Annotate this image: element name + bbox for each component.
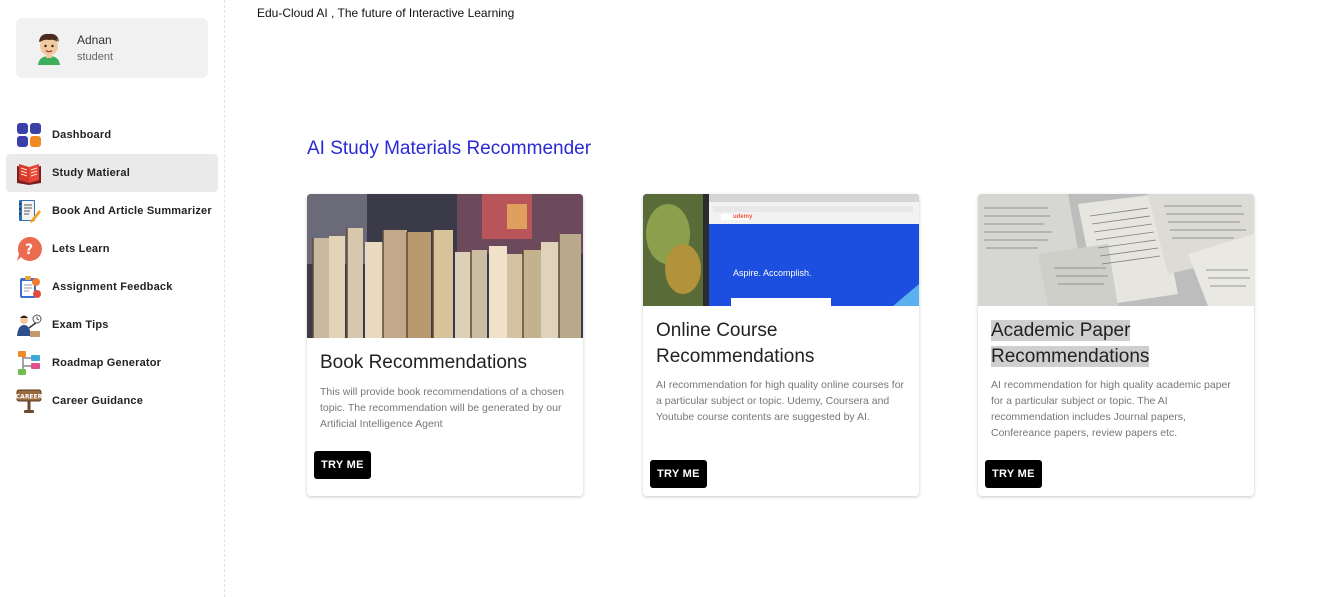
sidebar-item-study-material[interactable]: Study Matieral — [6, 154, 218, 192]
udemy-screen-image: udemy Aspire. Accomplish. — [643, 194, 919, 306]
sidebar-item-label: Dashboard — [52, 129, 112, 141]
udemy-screen-art — [643, 194, 919, 306]
open-book-icon — [16, 160, 42, 186]
question-bubble-icon: ? — [16, 236, 42, 262]
sidebar-item-exam-tips[interactable]: Exam Tips — [6, 306, 218, 344]
book-recommendation-card: Book Recommendations This will provide b… — [307, 194, 583, 496]
sidebar-item-summarizer[interactable]: Book And Article Summarizer — [6, 192, 218, 230]
user-profile-card[interactable]: Adnan student — [16, 18, 208, 78]
online-course-recommendation-card: udemy Aspire. Accomplish. Online Course … — [643, 194, 919, 496]
profile-name: Adnan — [77, 33, 112, 47]
profile-role: student — [77, 51, 114, 63]
udemy-logo-text: udemy — [733, 214, 753, 220]
card-description: This will provide book recommendations o… — [320, 386, 564, 430]
sidebar-item-dashboard[interactable]: Dashboard — [6, 116, 218, 154]
sidebar-item-label: Exam Tips — [52, 319, 109, 331]
sidebar-item-career-guidance[interactable]: CAREER Career Guidance — [6, 382, 218, 420]
dashboard-icon — [16, 122, 42, 148]
card-title: Online Course Recommendations — [656, 320, 815, 367]
roadmap-icon — [16, 350, 42, 376]
sidebar-item-assignment-feedback[interactable]: Assignment Feedback — [6, 268, 218, 306]
sidebar-item-label: Lets Learn — [52, 243, 110, 255]
sidebar-item-label: Study Matieral — [52, 167, 130, 179]
career-sign-icon: CAREER — [16, 388, 42, 414]
sidebar-item-label: Assignment Feedback — [52, 281, 173, 293]
academic-paper-recommendation-card: Academic Paper Recommendations AI recomm… — [978, 194, 1254, 496]
svg-text:?: ? — [25, 242, 33, 258]
sidebar-item-label: Career Guidance — [52, 395, 144, 407]
try-me-button[interactable]: TRY ME — [314, 451, 371, 479]
sidebar-item-lets-learn[interactable]: ? Lets Learn — [6, 230, 218, 268]
papers-image — [978, 194, 1254, 306]
card-title-highlight: Academic Paper Recommendations — [991, 320, 1150, 367]
page-title: AI Study Materials Recommender — [307, 138, 592, 159]
try-me-button[interactable]: TRY ME — [650, 460, 707, 488]
teacher-icon — [16, 312, 42, 338]
card-title: Book Recommendations — [320, 352, 527, 373]
sidebar: Adnan student Dashboard Study Matieral B… — [0, 0, 225, 597]
try-me-button[interactable]: TRY ME — [985, 460, 1042, 488]
notebook-pencil-icon — [16, 198, 42, 224]
assignment-icon — [16, 274, 42, 300]
sidebar-nav: Dashboard Study Matieral Book And Articl… — [6, 116, 218, 420]
sidebar-item-roadmap-generator[interactable]: Roadmap Generator — [6, 344, 218, 382]
udemy-headline-text: Aspire. Accomplish. — [733, 268, 812, 278]
sidebar-item-label: Book And Article Summarizer — [52, 205, 212, 217]
sidebar-item-label: Roadmap Generator — [52, 357, 162, 369]
avatar — [38, 33, 60, 65]
card-description: AI recommendation for high quality acade… — [991, 379, 1231, 439]
card-description: AI recommendation for high quality onlin… — [656, 379, 905, 423]
app-tagline: Edu-Cloud AI , The future of Interactive… — [257, 6, 515, 20]
svg-text:CAREER: CAREER — [16, 394, 42, 401]
books-image — [307, 194, 583, 338]
card-title: Academic Paper Recommendations — [991, 318, 1241, 370]
